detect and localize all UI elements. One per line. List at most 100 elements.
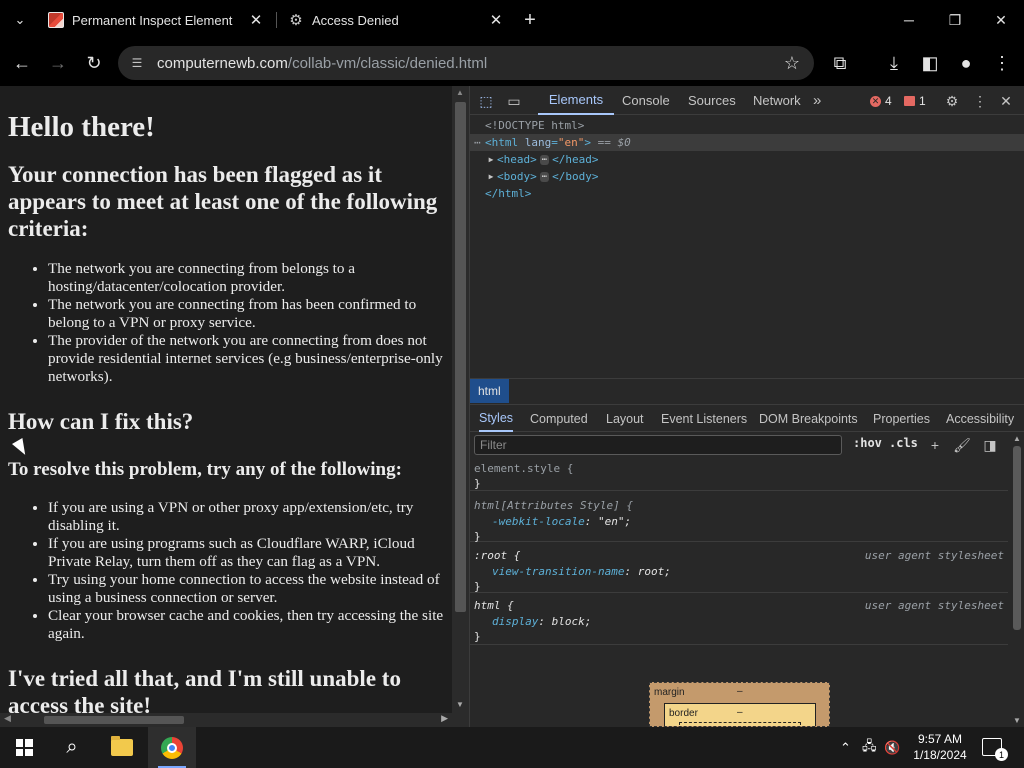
scroll-left-arrow-icon[interactable]: ◀ (4, 713, 11, 724)
tab-event-listeners[interactable]: Event Listeners (661, 405, 747, 432)
tab-console[interactable]: Console (622, 86, 670, 115)
side-panel-icon[interactable]: ◧ (916, 49, 944, 77)
box-model-diagram: margin – border – (649, 682, 830, 727)
issues-count: 1 (919, 94, 926, 108)
tab-permanent-inspect-element[interactable]: Permanent Inspect Element ✕ (40, 4, 272, 36)
tab-sources[interactable]: Sources (688, 86, 736, 115)
minimize-button[interactable]: ─ (886, 0, 932, 40)
scrollbar-thumb[interactable] (1013, 446, 1021, 630)
page-vertical-scrollbar[interactable]: ▲ ▼ (452, 86, 469, 713)
tab-dom-breakpoints[interactable]: DOM Breakpoints (759, 405, 858, 432)
scroll-right-arrow-icon[interactable]: ▶ (441, 713, 448, 724)
tab-close-icon[interactable]: ✕ (486, 10, 506, 30)
taskbar-clock[interactable]: 9:57 AM 1/18/2024 (906, 731, 974, 763)
tab-access-denied[interactable]: ⚙ Access Denied ✕ (280, 4, 512, 36)
inspect-element-icon[interactable]: ⬚ (476, 91, 496, 111)
browser-toolbar: ← → ↻ ☰ computernewb.com/collab-vm/class… (0, 40, 1024, 86)
dom-html-close-line[interactable]: </html> (470, 185, 1024, 202)
border-value[interactable]: – (737, 707, 743, 718)
address-bar[interactable]: ☰ computernewb.com/collab-vm/classic/den… (118, 46, 814, 80)
scrollbar-thumb[interactable] (455, 102, 466, 612)
tab-styles[interactable]: Styles (479, 405, 514, 432)
rule-value[interactable]: root; (638, 565, 671, 578)
expand-triangle-icon[interactable]: ▶ (485, 155, 497, 164)
rule-element-style[interactable]: element.style { } (470, 460, 1008, 491)
device-toolbar-icon[interactable]: ▭ (504, 91, 524, 111)
back-arrow-icon[interactable]: ← (8, 49, 36, 77)
more-tabs-icon[interactable]: » (813, 86, 821, 115)
site-info-icon[interactable]: ☰ (128, 54, 146, 72)
reload-icon[interactable]: ↻ (80, 49, 108, 77)
profile-icon[interactable]: ● (952, 49, 980, 77)
chrome-taskbar-button[interactable] (148, 727, 196, 768)
scroll-down-arrow-icon[interactable]: ▼ (456, 700, 464, 709)
dom-head-line[interactable]: ▶ <head> ⋯ </head> (470, 151, 1024, 168)
close-window-button[interactable]: ✕ (978, 0, 1024, 40)
start-button[interactable] (0, 727, 48, 768)
file-explorer-button[interactable] (98, 727, 146, 768)
issue-icon (904, 96, 915, 106)
devtools-menu-kebab-icon[interactable]: ⋮ (970, 91, 990, 111)
scroll-down-arrow-icon[interactable]: ▼ (1013, 716, 1021, 725)
url-text[interactable]: computernewb.com/collab-vm/classic/denie… (157, 55, 487, 72)
menu-kebab-icon[interactable]: ⋮ (988, 49, 1016, 77)
errors-badge[interactable]: ✕ 4 (870, 94, 892, 108)
paint-brush-icon[interactable]: 🖌 (952, 435, 972, 455)
dom-doctype-line[interactable]: <!DOCTYPE html> (470, 117, 1024, 134)
rule-selector: html[Attributes Style] { (474, 499, 633, 512)
margin-value[interactable]: – (737, 686, 743, 697)
lang-attr: lang (524, 136, 552, 149)
class-toggle-button[interactable]: .cls (889, 436, 918, 450)
criteria-list: The network you are connecting from belo… (8, 260, 444, 386)
breadcrumb-html[interactable]: html (470, 379, 509, 403)
rule-value[interactable]: "en"; (598, 515, 631, 528)
scroll-up-arrow-icon[interactable]: ▲ (1013, 434, 1021, 443)
rule-property[interactable]: display (492, 615, 538, 628)
tab-layout[interactable]: Layout (606, 405, 644, 432)
expand-triangle-icon[interactable]: ▶ (485, 172, 497, 181)
rule-value[interactable]: block; (552, 615, 592, 628)
settings-gear-icon[interactable]: ⚙ (942, 91, 962, 111)
tab-close-icon[interactable]: ✕ (246, 10, 266, 30)
collapsed-ellipsis-icon[interactable]: ⋯ (539, 154, 550, 165)
styles-filter-input[interactable]: Filter (474, 435, 842, 455)
rule-property[interactable]: -webkit-locale (492, 515, 585, 528)
bookmark-star-icon[interactable]: ☆ (784, 53, 800, 74)
download-icon[interactable]: ⤓ (880, 49, 908, 77)
tab-network[interactable]: Network (753, 86, 801, 115)
close-devtools-icon[interactable]: ✕ (996, 91, 1016, 111)
dom-html-line[interactable]: ⋯ <html lang = "en" > == $0 (470, 134, 1024, 151)
styles-scrollbar[interactable]: ▲ ▼ (1008, 432, 1024, 727)
rule-root[interactable]: :root { user agent stylesheet view-trans… (470, 542, 1008, 593)
dom-body-line[interactable]: ▶ <body> ⋯ </body> (470, 168, 1024, 185)
tab-strip: ⌄ Permanent Inspect Element ✕ ⚙ Access D… (0, 0, 1024, 40)
rule-attributes-style[interactable]: html[Attributes Style] { -webkit-locale:… (470, 491, 1008, 543)
tab-elements[interactable]: Elements (538, 86, 614, 115)
computed-sidebar-toggle-icon[interactable]: ◨ (980, 435, 1000, 455)
tab-search-chevron-icon[interactable]: ⌄ (8, 8, 32, 32)
rule-property[interactable]: view-transition-name (492, 565, 624, 578)
show-hidden-icons-chevron-icon[interactable]: ⌃ (840, 727, 851, 768)
new-rule-plus-icon[interactable]: + (925, 435, 945, 455)
tab-properties[interactable]: Properties (873, 405, 930, 432)
search-icon[interactable]: ⌕ (48, 727, 96, 768)
restore-button[interactable]: ❐ (932, 0, 978, 40)
extensions-puzzle-icon[interactable]: ⧉ (826, 49, 854, 77)
forward-arrow-icon[interactable]: → (44, 49, 72, 77)
network-icon[interactable]: 🖧 (862, 727, 877, 768)
hover-state-button[interactable]: :hov (853, 436, 882, 450)
issues-badge[interactable]: 1 (904, 94, 926, 108)
windows-taskbar: ⌕ ⌃ 🖧 🔇 9:57 AM 1/18/2024 1 (0, 727, 1024, 768)
scroll-up-arrow-icon[interactable]: ▲ (456, 88, 464, 97)
fixes-list: If you are using a VPN or other proxy ap… (8, 499, 444, 643)
new-tab-button[interactable]: + (518, 8, 542, 32)
page-heading: Hello there! (8, 111, 155, 143)
tab-computed[interactable]: Computed (530, 405, 588, 432)
tab-separator (276, 12, 277, 28)
volume-muted-icon[interactable]: 🔇 (884, 727, 900, 768)
page-horizontal-scrollbar[interactable]: ◀ ▶ (0, 713, 452, 727)
collapsed-ellipsis-icon[interactable]: ⋯ (539, 171, 550, 182)
scrollbar-thumb[interactable] (44, 716, 184, 724)
rule-html[interactable]: html { user agent stylesheet display: bl… (470, 593, 1008, 645)
tab-accessibility[interactable]: Accessibility (946, 405, 1014, 432)
